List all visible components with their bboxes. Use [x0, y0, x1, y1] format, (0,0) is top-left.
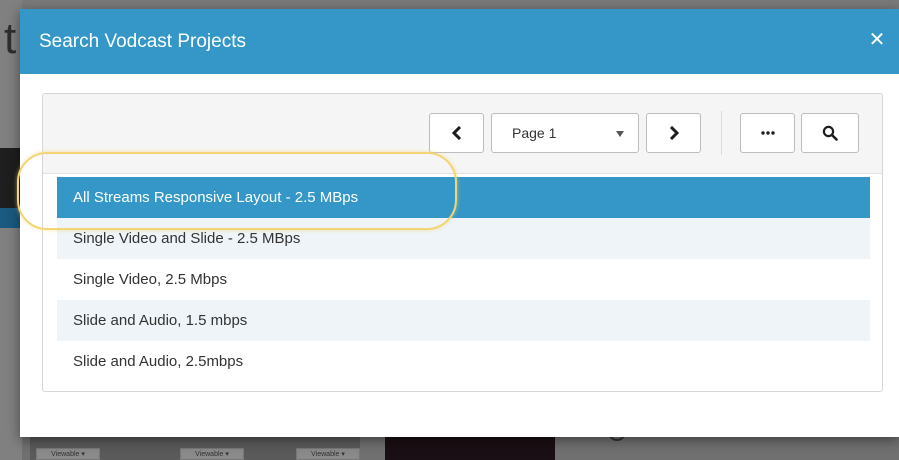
projects-panel: Page 1 All Streams Responsive Layout - 2… [42, 93, 883, 392]
background-thumbnail [0, 148, 22, 208]
project-item-slide-and-audio-2-5[interactable]: Slide and Audio, 2.5mbps [57, 341, 870, 382]
modal-title: Search Vodcast Projects [39, 31, 246, 52]
background-chip: Viewable ▾ [296, 448, 360, 460]
search-icon [822, 125, 838, 141]
chevron-left-icon [451, 126, 461, 140]
previous-page-button[interactable] [429, 113, 484, 153]
background-accent [0, 208, 22, 228]
background-chip: Viewable ▾ [180, 448, 244, 460]
pagination-toolbar: Page 1 [43, 94, 882, 174]
page-select[interactable]: Page 1 [491, 113, 639, 153]
chevron-right-icon [669, 126, 679, 140]
project-list: All Streams Responsive Layout - 2.5 MBps… [57, 177, 870, 382]
search-vodcast-projects-modal: Search Vodcast Projects ✕ Page 1 All Str… [20, 9, 899, 437]
background-photo [385, 436, 555, 460]
modal-header: Search Vodcast Projects ✕ [20, 9, 899, 74]
project-item-single-video-and-slide[interactable]: Single Video and Slide - 2.5 MBps [57, 218, 870, 259]
more-options-button[interactable] [740, 113, 795, 153]
project-item-single-video[interactable]: Single Video, 2.5 Mbps [57, 259, 870, 300]
background-left-strip [0, 0, 22, 460]
ellipsis-icon [760, 131, 775, 135]
page-select-value: Page 1 [512, 125, 557, 141]
close-icon[interactable]: ✕ [867, 30, 887, 50]
toolbar-divider [721, 111, 722, 155]
search-button[interactable] [801, 113, 859, 153]
background-chip: Viewable ▾ [36, 448, 100, 460]
background-title-fragment: t [4, 14, 17, 63]
caret-down-icon [616, 131, 624, 137]
project-item-all-streams-responsive[interactable]: All Streams Responsive Layout - 2.5 MBps [57, 177, 870, 218]
project-item-slide-and-audio-1-5[interactable]: Slide and Audio, 1.5 mbps [57, 300, 870, 341]
next-page-button[interactable] [646, 113, 701, 153]
